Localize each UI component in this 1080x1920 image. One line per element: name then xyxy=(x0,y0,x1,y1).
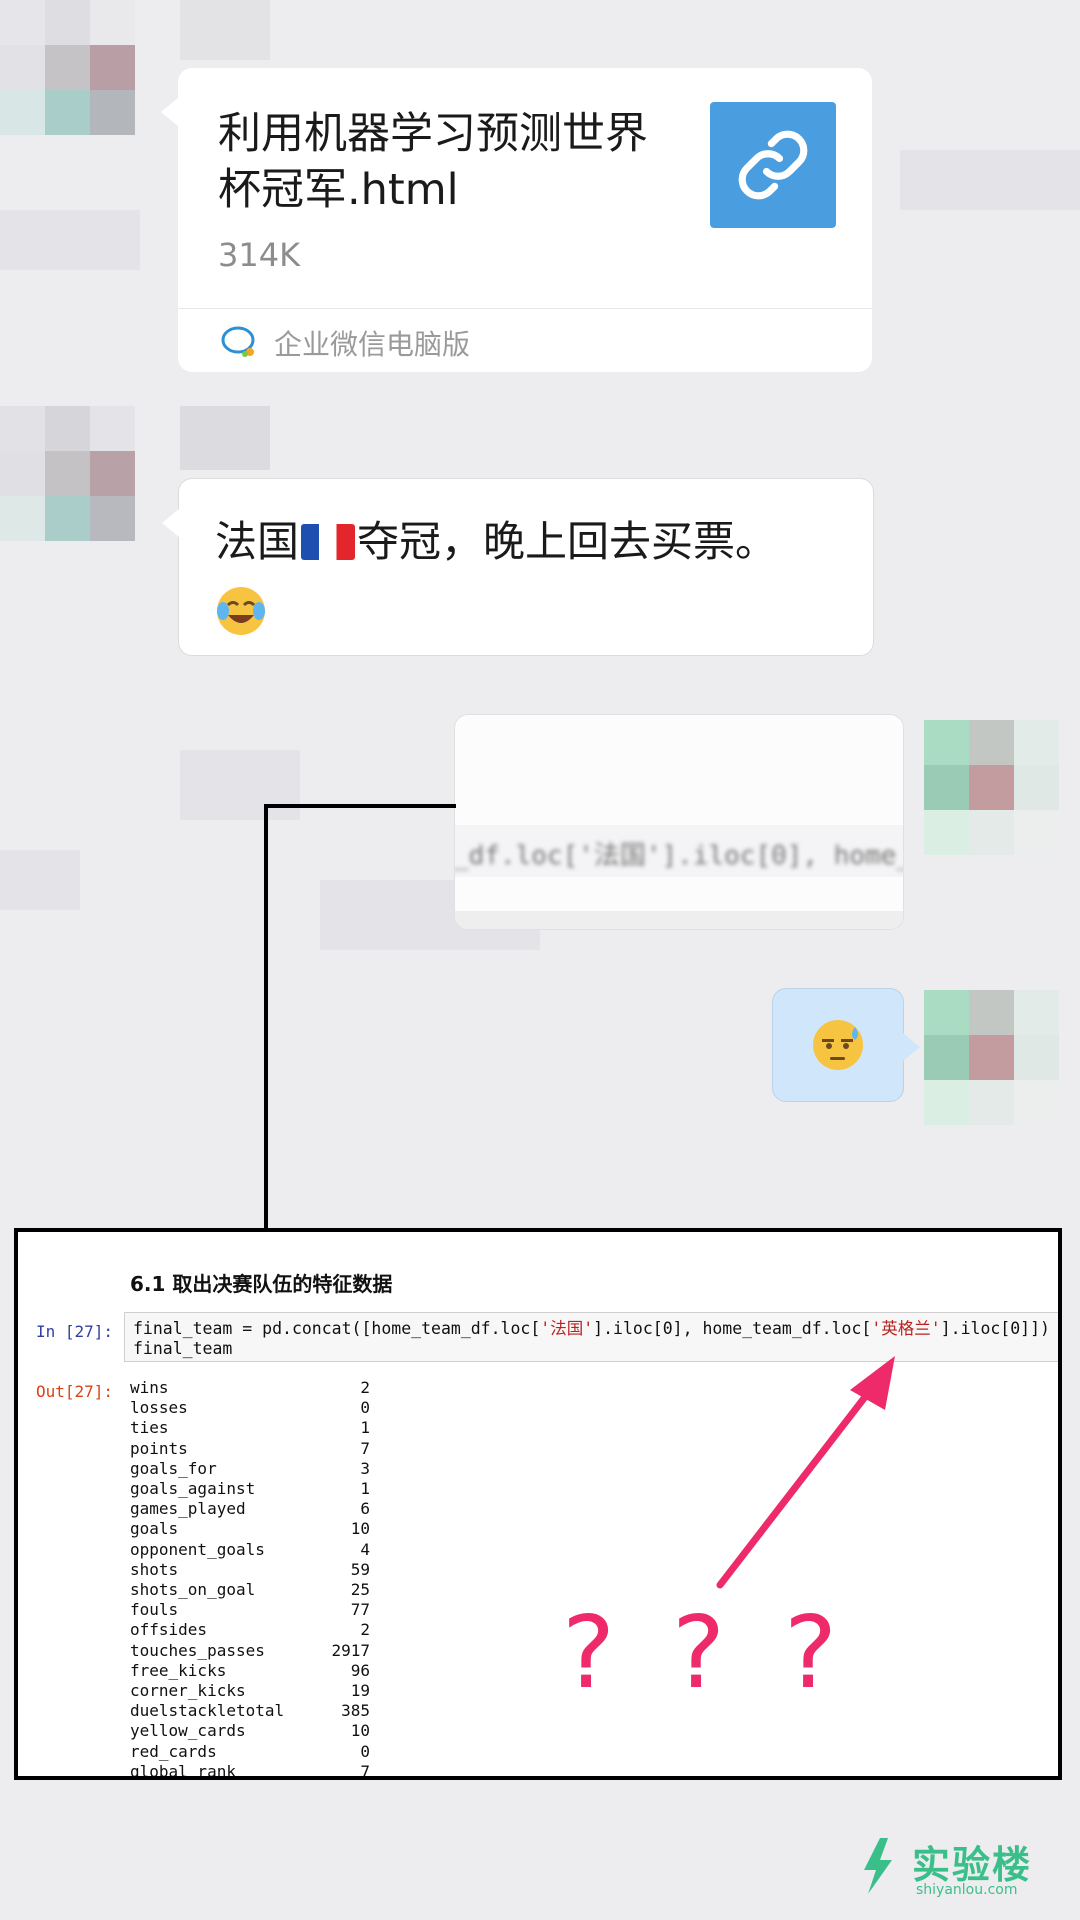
question-mark: ? xyxy=(672,1594,726,1711)
shiyanlou-watermark: 实验楼 shiyanlou.com xyxy=(858,1834,1058,1904)
watermark-url: shiyanlou.com xyxy=(916,1882,1018,1898)
question-mark: ? xyxy=(562,1594,616,1711)
question-mark: ? xyxy=(784,1594,838,1711)
shiyanlou-logo xyxy=(864,1838,892,1894)
watermark-brand: 实验楼 xyxy=(912,1843,1033,1887)
arrow-annotation xyxy=(716,1356,895,1589)
